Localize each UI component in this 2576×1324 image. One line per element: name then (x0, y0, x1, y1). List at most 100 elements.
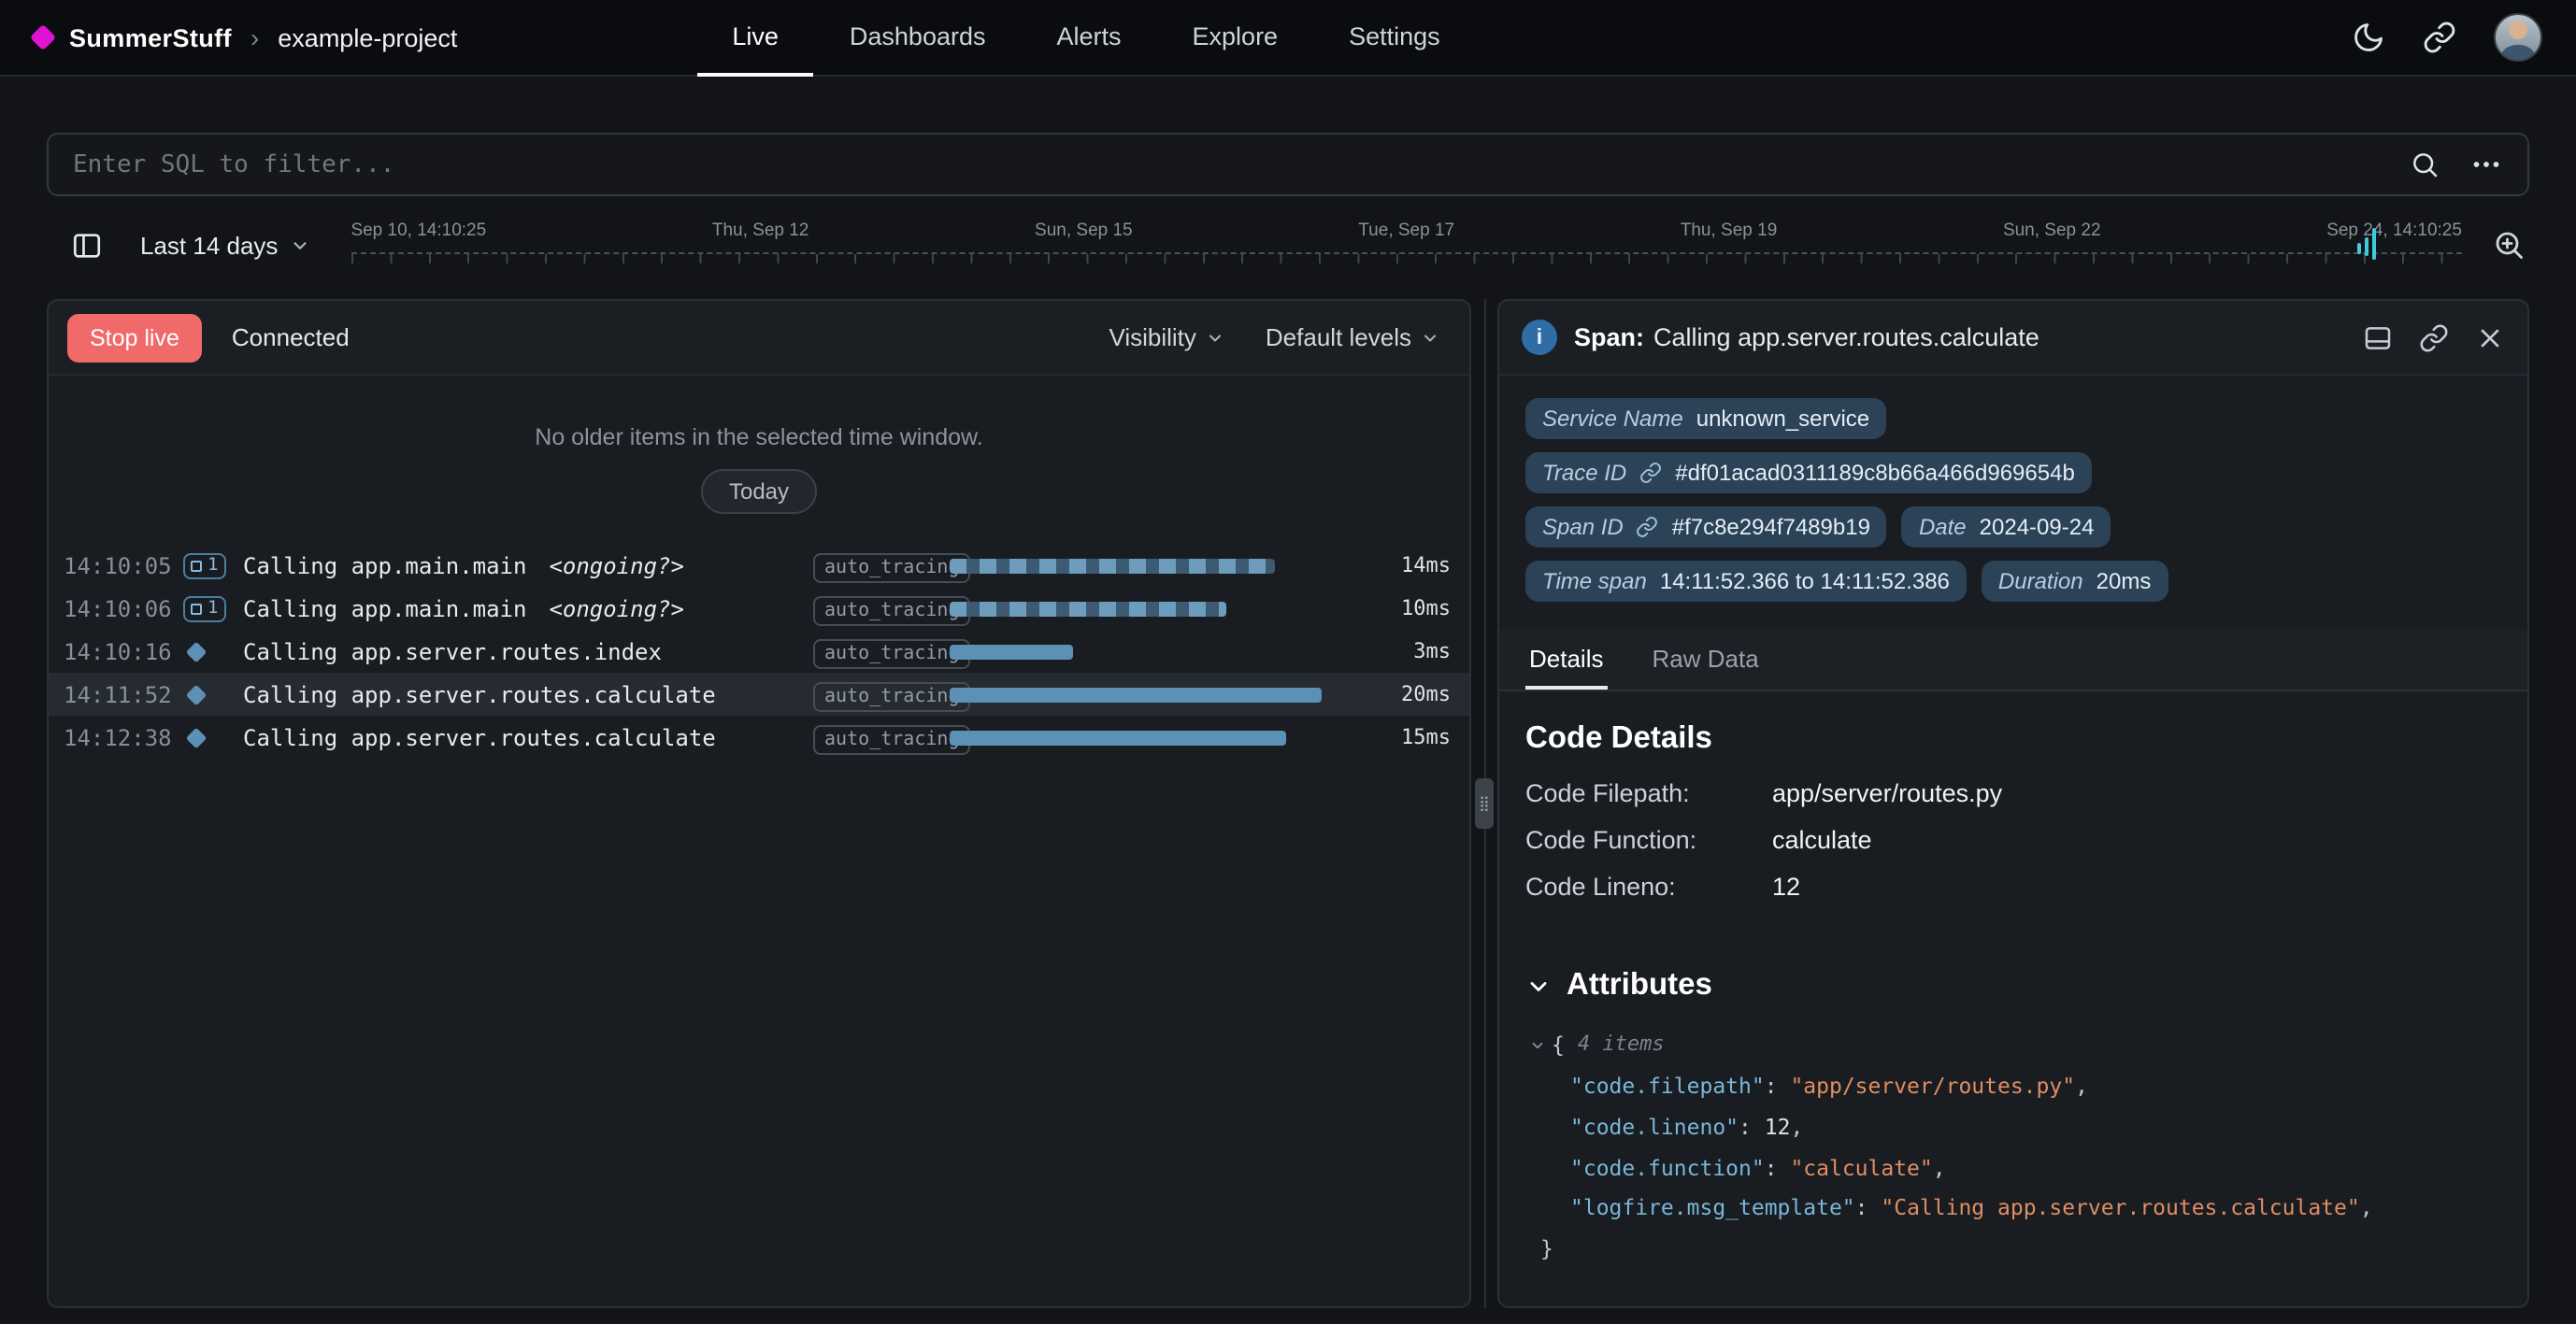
breadcrumb-project[interactable]: example-project (278, 23, 457, 51)
json-collapse-caret[interactable] (1529, 1038, 1546, 1055)
link-icon[interactable] (1639, 462, 1662, 484)
tab-alerts[interactable]: Alerts (1022, 0, 1157, 76)
today-button[interactable]: Today (701, 469, 817, 514)
attributes-section-toggle[interactable]: Attributes (1525, 968, 2501, 1004)
time-range-label: Last 14 days (140, 231, 278, 259)
timeline-labels: Sep 10, 14:10:25 Thu, Sep 12 Sun, Sep 15… (351, 213, 2462, 241)
kv-value: app/server/routes.py (1772, 779, 2002, 807)
json-entry: "code.filepath": "app/server/routes.py", (1525, 1067, 2501, 1108)
span-diamond-icon (183, 730, 243, 745)
nav-tabs: Live Dashboards Alerts Explore Settings (696, 0, 1475, 76)
more-options-icon[interactable] (2469, 148, 2503, 181)
json-entry: "code.lineno": 12, (1525, 1107, 2501, 1148)
live-panel: Stop live Connected Visibility Default l… (47, 299, 1471, 1308)
span-diamond-icon (183, 644, 243, 659)
detail-tabs: Details Raw Data (1499, 630, 2527, 691)
detail-header-actions (2363, 322, 2505, 352)
log-duration: 20ms (1368, 682, 1451, 706)
tab-live[interactable]: Live (696, 0, 814, 76)
log-tag: auto_tracing (813, 638, 950, 664)
log-row[interactable]: 14:10:06 1 Calling app.main.main<ongoing… (49, 587, 1469, 630)
user-avatar[interactable] (2494, 13, 2542, 62)
kv-label: Code Filepath: (1525, 779, 1772, 807)
time-range-select[interactable]: Last 14 days (140, 231, 309, 259)
span-duration-bar (950, 601, 1346, 616)
ongoing-indicator: <ongoing?> (549, 595, 684, 621)
timeline-tick-label: Sep 10, 14:10:25 (351, 221, 486, 241)
service-name-badge[interactable]: Service Name unknown_service (1525, 398, 1886, 439)
json-entry: "logfire.msg_template": "Calling app.ser… (1525, 1189, 2501, 1231)
chevron-down-icon (1421, 328, 1439, 347)
timeline-strip[interactable]: Sep 10, 14:10:25 Thu, Sep 12 Sun, Sep 15… (351, 213, 2462, 277)
theme-toggle-moon-icon[interactable] (2352, 21, 2385, 54)
log-row[interactable]: 14:10:05 1 Calling app.main.main<ongoing… (49, 544, 1469, 587)
tab-raw-data[interactable]: Raw Data (1649, 630, 1763, 690)
zoom-in-icon[interactable] (2492, 228, 2526, 262)
stop-live-button[interactable]: Stop live (67, 313, 202, 362)
sidebar-toggle-icon[interactable] (58, 219, 114, 271)
badge-row: Time span 14:11:52.366 to 14:11:52.386 D… (1525, 561, 2501, 602)
share-link-icon[interactable] (2423, 21, 2456, 54)
timeline-row: Last 14 days Sep 10, 14:10:25 Thu, Sep 1… (47, 213, 2529, 277)
timeline-activity-spike (2365, 237, 2368, 256)
tab-settings[interactable]: Settings (1313, 0, 1476, 76)
timeline-activity-spike (2357, 243, 2361, 254)
log-message: Calling app.main.main<ongoing?> (243, 552, 813, 578)
timeline-activity-spike (2372, 228, 2376, 260)
json-close-brace: } (1525, 1230, 2501, 1271)
connection-status: Connected (232, 323, 350, 351)
log-message: Calling app.server.routes.index (243, 638, 813, 664)
log-row-selected[interactable]: 14:11:52 Calling app.server.routes.calcu… (49, 673, 1469, 716)
divider-drag-handle[interactable]: ⣿ (1475, 778, 1494, 829)
default-levels-dropdown[interactable]: Default levels (1266, 323, 1439, 351)
chevron-down-icon (289, 235, 309, 255)
date-badge[interactable]: Date 2024-09-24 (1902, 506, 2111, 548)
trace-id-badge[interactable]: Trace ID #df01acad0311189c8b66a466d96965… (1525, 452, 2092, 493)
tab-details[interactable]: Details (1525, 630, 1608, 690)
log-timestamp: 14:10:16 (64, 638, 183, 664)
log-message: Calling app.main.main<ongoing?> (243, 595, 813, 621)
kv-row: Code Filepath: app/server/routes.py (1525, 779, 2501, 807)
panels: Stop live Connected Visibility Default l… (47, 299, 2529, 1308)
ongoing-indicator: <ongoing?> (549, 552, 684, 578)
kv-row: Code Lineno: 12 (1525, 873, 2501, 901)
timeline-tick-label: Thu, Sep 12 (712, 221, 809, 241)
span-count-icon: 1 (183, 552, 243, 578)
kv-label: Code Function: (1525, 826, 1772, 854)
span-id-badge[interactable]: Span ID #f7c8e294f7489b19 (1525, 506, 1887, 548)
log-timestamp: 14:10:05 (64, 552, 183, 578)
visibility-dropdown[interactable]: Visibility (1109, 323, 1224, 351)
close-icon[interactable] (2475, 322, 2505, 352)
log-duration: 10ms (1368, 596, 1451, 620)
expand-panel-icon[interactable] (2363, 322, 2393, 352)
brand[interactable]: SummerStuff (34, 23, 232, 51)
log-row[interactable]: 14:12:38 Calling app.server.routes.calcu… (49, 716, 1469, 759)
time-span-badge[interactable]: Time span 14:11:52.366 to 14:11:52.386 (1525, 561, 1967, 602)
log-message: Calling app.server.routes.calculate (243, 681, 813, 707)
sql-filter-bar (47, 133, 2529, 196)
duration-badge[interactable]: Duration 20ms (1982, 561, 2168, 602)
tab-dashboards[interactable]: Dashboards (814, 0, 1022, 76)
span-duration-bar (950, 730, 1346, 745)
log-duration: 14ms (1368, 553, 1451, 577)
log-message: Calling app.server.routes.calculate (243, 724, 813, 750)
timeline-tick-label: Sep 24, 14:10:25 (2326, 221, 2462, 241)
kv-label: Code Lineno: (1525, 873, 1772, 901)
span-detail-panel: i Span:Calling app.server.routes.calcula… (1497, 299, 2529, 1308)
span-count-icon: 1 (183, 595, 243, 621)
tab-explore[interactable]: Explore (1157, 0, 1314, 76)
detail-title: Span:Calling app.server.routes.calculate (1574, 323, 2039, 351)
info-icon: i (1522, 320, 1557, 355)
log-tag: auto_tracing (813, 552, 950, 578)
panel-divider: ⣿ (1471, 299, 1497, 1308)
search-icon[interactable] (2410, 149, 2440, 179)
link-icon[interactable] (1637, 516, 1659, 538)
square-glyph-icon (191, 560, 202, 571)
live-header-controls: Visibility Default levels (1109, 323, 1451, 351)
copy-link-icon[interactable] (2419, 322, 2449, 352)
sql-filter-input[interactable] (73, 150, 2380, 178)
detail-panel-header: i Span:Calling app.server.routes.calcula… (1499, 301, 2527, 376)
brand-name[interactable]: SummerStuff (69, 23, 232, 51)
log-row[interactable]: 14:10:16 Calling app.server.routes.index… (49, 630, 1469, 673)
square-glyph-icon (191, 603, 202, 614)
